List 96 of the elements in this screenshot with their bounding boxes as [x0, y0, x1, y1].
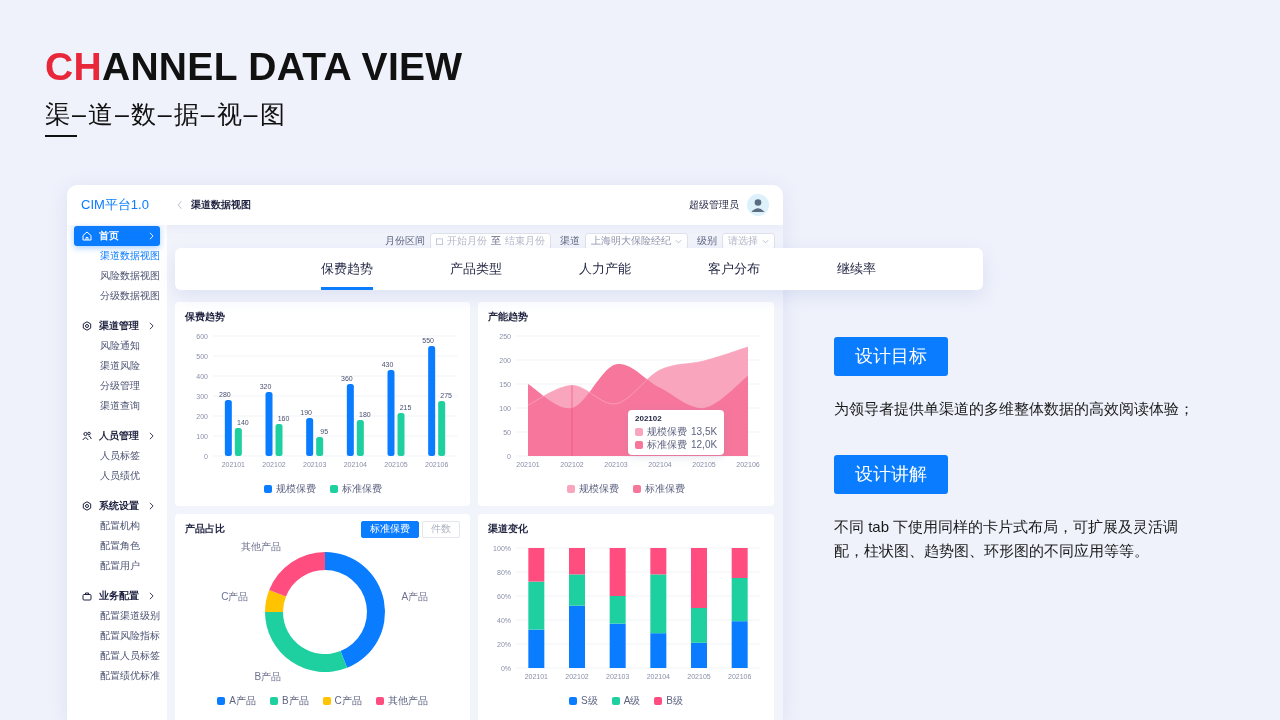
slice-label: B产品: [254, 670, 282, 682]
bar-segment: [691, 642, 707, 668]
nav-subitem[interactable]: 配置用户: [67, 556, 167, 576]
caret-icon: [149, 322, 154, 330]
settings-icon: [82, 321, 92, 331]
nav-subitem[interactable]: 配置角色: [67, 536, 167, 556]
slice-label: C产品: [221, 591, 249, 603]
bag-icon: [82, 591, 92, 601]
bar-segment: [569, 548, 585, 575]
page-title: ANNEL DATA VIEW: [101, 45, 463, 88]
bar: [438, 401, 446, 456]
legend-label[interactable]: 规模保费: [579, 482, 619, 496]
bar: [316, 437, 324, 456]
title-accent: CH: [45, 45, 102, 88]
nav-subitem[interactable]: 风险数据视图: [67, 266, 167, 286]
bar: [356, 420, 364, 456]
toggle-button[interactable]: 标准保费: [361, 520, 419, 538]
legend-swatch: [375, 697, 384, 705]
bar-segment: [528, 629, 545, 668]
bar: [234, 428, 242, 456]
filter-label: 月份区间: [385, 234, 425, 248]
settings-icon: [82, 501, 92, 511]
nav-subitem[interactable]: 配置风险指标: [67, 626, 167, 646]
tab[interactable]: 保费趋势: [321, 248, 373, 290]
caret-icon: [149, 432, 154, 440]
bar: [346, 384, 354, 456]
nav-subitem[interactable]: 分级数据视图: [67, 286, 167, 306]
card-title: 保费趋势: [185, 310, 225, 324]
nav-subitem[interactable]: 渠道数据视图: [67, 246, 167, 266]
tooltip-value: 12,0K: [691, 439, 718, 450]
bar: [265, 392, 273, 456]
home-icon: [82, 231, 92, 241]
caret-icon: [149, 502, 154, 510]
legend-label[interactable]: B产品: [281, 694, 309, 708]
tab[interactable]: 继续率: [837, 248, 876, 290]
filter-label: 渠道: [560, 234, 580, 248]
nav-item[interactable]: 首页: [74, 226, 160, 246]
bar: [306, 418, 314, 456]
app-logo: CIM平台1.0: [80, 196, 150, 214]
nav-subitem[interactable]: 分级管理: [67, 376, 167, 396]
caret-icon: [762, 238, 769, 244]
nav-subitem[interactable]: 渠道风险: [67, 356, 167, 376]
calendar-icon: [436, 237, 443, 245]
legend-label[interactable]: S级: [581, 694, 598, 708]
caret-icon: [675, 238, 682, 244]
legend-label[interactable]: C产品: [334, 694, 362, 708]
nav-subitem[interactable]: 风险通知: [67, 336, 167, 356]
filter-label: 级别: [697, 234, 717, 248]
nav-item[interactable]: 人员管理: [74, 426, 160, 446]
legend-swatch: [322, 697, 331, 705]
legend-label[interactable]: A级: [623, 694, 641, 708]
nav-item[interactable]: 系统设置: [74, 496, 160, 516]
legend-label[interactable]: A产品: [229, 694, 256, 708]
legend-label[interactable]: 规模保费: [275, 482, 316, 496]
tooltip-label: 标准保费: [647, 437, 687, 452]
bar: [275, 424, 283, 456]
tooltip-title: 202102: [635, 414, 663, 423]
tooltip-label: 规模保费: [647, 424, 687, 439]
page-heading: 渠道数据视图: [191, 198, 251, 212]
bar-segment: [731, 621, 748, 668]
user-name: 超级管理员: [689, 198, 739, 212]
nav-subitem[interactable]: 人员标签: [67, 446, 167, 466]
caret-icon: [149, 592, 154, 600]
card-title: 产品占比: [185, 522, 225, 536]
section-heading: 设计讲解: [834, 455, 948, 494]
legend-label[interactable]: B级: [666, 694, 683, 708]
nav-subitem[interactable]: 配置机构: [67, 516, 167, 536]
legend-label[interactable]: 标准保费: [645, 482, 685, 496]
nav-item[interactable]: 渠道管理: [74, 316, 160, 336]
card-title: 渠道变化: [488, 522, 528, 536]
legend-swatch: [217, 697, 226, 705]
section-heading: 设计目标: [834, 337, 948, 376]
bar: [224, 400, 232, 456]
nav-item[interactable]: 业务配置: [74, 586, 160, 606]
nav-subitem[interactable]: 配置绩优标准: [67, 666, 167, 686]
nav-subitem[interactable]: 配置人员标签: [67, 646, 167, 666]
nav-subitem[interactable]: 人员绩优: [67, 466, 167, 486]
slice-label: A产品: [401, 591, 429, 603]
legend-label[interactable]: 标准保费: [341, 482, 382, 496]
legend-swatch: [269, 697, 278, 705]
section-text: 为领导者提供单渠道的多维整体数据的高效阅读体验；: [834, 399, 1195, 419]
tooltip-value: 13,5K: [691, 426, 718, 437]
caret-icon: [149, 232, 154, 240]
nav-subitem[interactable]: 渠道查询: [67, 396, 167, 416]
page-subtitle: 渠–道–数–据–视–图: [45, 99, 287, 129]
avatar-icon[interactable]: [747, 194, 769, 216]
tab[interactable]: 客户分布: [708, 248, 760, 290]
people-icon: [82, 431, 92, 441]
slice-label: 其他产品: [241, 541, 282, 553]
legend-label[interactable]: 其他产品: [387, 694, 428, 708]
section-text: 不同 tab 下使用同样的卡片式布局，可扩展及灵活调配，柱状图、趋势图、环形图的不同应用等等。: [834, 517, 1180, 561]
nav-subitem[interactable]: 配置渠道级别: [67, 606, 167, 626]
bar: [397, 413, 405, 456]
card-title: 产能趋势: [488, 310, 528, 324]
tab[interactable]: 产品类型: [450, 248, 502, 290]
tab[interactable]: 人力产能: [579, 248, 631, 290]
